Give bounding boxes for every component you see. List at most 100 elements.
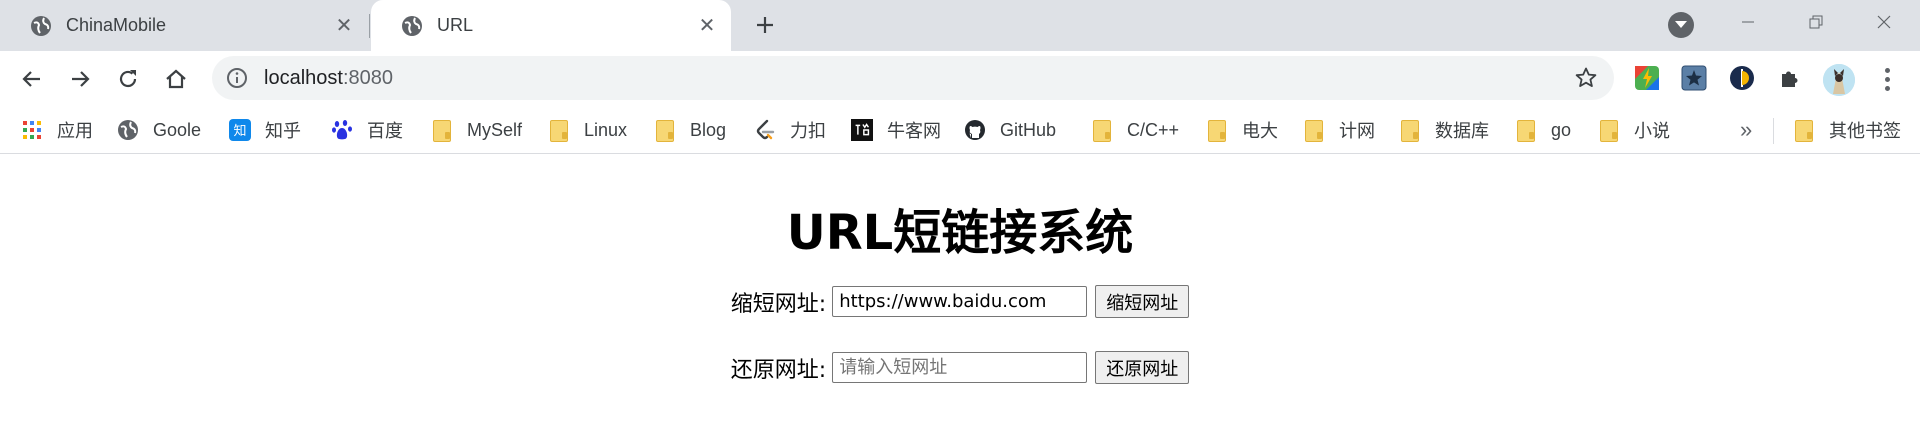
baidu-paw-icon <box>331 119 353 141</box>
bookmark-zhihu[interactable]: 知 知乎 <box>229 115 301 145</box>
tab-title: ChinaMobile <box>66 15 167 35</box>
bookmark-label: C/C++ <box>1127 119 1180 140</box>
tab-strip: ChinaMobile ✕ URL ✕ <box>0 0 1920 51</box>
bookmark-folder-linux[interactable]: Linux <box>548 115 627 145</box>
apps-grid-icon <box>21 119 43 141</box>
bookmark-folder-other[interactable]: 其他书签 <box>1793 115 1901 145</box>
close-window-button[interactable] <box>1864 8 1904 36</box>
page-title: URL短链接系统 <box>786 205 1134 261</box>
profile-avatar[interactable] <box>1823 64 1855 96</box>
shorten-button[interactable]: 缩短网址 <box>1095 285 1190 318</box>
shorten-label: 缩短网址: <box>730 291 827 317</box>
bookmark-folder-dianda[interactable]: 电大 <box>1206 115 1278 145</box>
bookmark-folder-go[interactable]: go <box>1515 115 1571 145</box>
bookmark-label: Linux <box>584 119 628 140</box>
bookmark-folder-database[interactable]: 数据库 <box>1399 115 1489 145</box>
globe-icon <box>30 15 52 37</box>
tab-url[interactable]: URL ✕ <box>371 0 731 51</box>
tab-search-button[interactable] <box>1668 12 1694 38</box>
bookmark-nowcoder[interactable]: 牛客网 <box>851 115 941 145</box>
info-icon[interactable] <box>226 67 248 89</box>
bookmark-label: 数据库 <box>1435 121 1489 141</box>
folder-icon <box>548 119 570 142</box>
bookmark-label: 计网 <box>1339 121 1375 141</box>
restore-label: 还原网址: <box>730 357 827 383</box>
tab-title: URL <box>437 15 474 35</box>
minimize-icon <box>1742 21 1754 23</box>
bookmark-baidu[interactable]: 百度 <box>331 115 403 145</box>
page-content: URL短链接系统 缩短网址: 缩短网址 还原网址: 还原网址 <box>0 155 1920 428</box>
address-url: localhost:8080 <box>264 67 393 90</box>
close-icon <box>1877 15 1891 29</box>
folder-icon <box>1303 119 1325 142</box>
reload-icon <box>119 70 137 88</box>
bookmark-label: 电大 <box>1242 121 1278 141</box>
bookmark-folder-novel[interactable]: 小说 <box>1598 115 1670 145</box>
arrow-right-icon <box>72 71 90 87</box>
bookmark-label: 小说 <box>1634 121 1670 141</box>
bookmark-folder-myself[interactable]: MySelf <box>431 115 522 145</box>
close-tab-icon[interactable]: ✕ <box>693 12 721 40</box>
bookmark-label: GitHub <box>1000 119 1057 140</box>
browser-menu-button[interactable] <box>1872 63 1902 95</box>
folder-icon <box>654 119 676 142</box>
plus-icon <box>757 17 773 33</box>
restore-window-button[interactable] <box>1796 8 1836 36</box>
tab-divider <box>369 14 370 38</box>
folder-icon <box>1515 119 1537 142</box>
bookmarks-divider <box>1773 118 1774 144</box>
nowcoder-icon <box>851 119 873 141</box>
bookmark-label: Goole <box>153 119 202 140</box>
bookmark-star-icon[interactable] <box>1574 66 1598 90</box>
url-port: :8080 <box>342 66 393 89</box>
bookmark-label: 百度 <box>367 121 403 141</box>
zhihu-icon: 知 <box>229 119 251 141</box>
address-bar[interactable]: localhost:8080 <box>212 56 1614 100</box>
globe-icon <box>401 15 423 37</box>
bookmark-folder-cpp[interactable]: C/C++ <box>1091 115 1179 145</box>
bookmark-label: 其他书签 <box>1829 121 1901 141</box>
github-icon <box>964 119 986 141</box>
colorful-extension-icon[interactable] <box>1633 64 1661 92</box>
folder-icon <box>1598 119 1620 142</box>
bookmark-label: Blog <box>690 119 727 140</box>
home-button[interactable] <box>157 60 195 98</box>
folder-icon <box>1206 119 1228 142</box>
bookmark-label: 力扣 <box>790 121 826 141</box>
shorten-form: 缩短网址: 缩短网址 <box>0 285 1920 318</box>
tab-chinamobile[interactable]: ChinaMobile ✕ <box>0 0 368 51</box>
puzzle-extensions-icon[interactable] <box>1776 64 1804 92</box>
chevron-down-icon <box>1675 21 1687 28</box>
bookmark-apps[interactable]: 应用 <box>21 115 93 145</box>
bookmark-label: 牛客网 <box>887 121 941 141</box>
short-url-input[interactable] <box>832 352 1088 383</box>
bookmarks-overflow-button[interactable]: » <box>1740 117 1752 143</box>
long-url-input[interactable] <box>832 286 1088 317</box>
folder-icon <box>1399 119 1421 142</box>
browser-toolbar: localhost:8080 <box>0 51 1920 106</box>
bookmark-label: 应用 <box>57 121 93 141</box>
restore-form: 还原网址: 还原网址 <box>0 351 1920 384</box>
reload-button[interactable] <box>109 60 147 98</box>
bookmark-goole[interactable]: Goole <box>117 115 201 145</box>
restore-button[interactable]: 还原网址 <box>1095 351 1190 384</box>
url-host: localhost <box>264 66 343 89</box>
forward-button[interactable] <box>61 60 99 98</box>
restore-window-icon <box>1809 15 1823 29</box>
close-tab-icon[interactable]: ✕ <box>330 12 358 40</box>
minimize-button[interactable] <box>1728 8 1768 36</box>
star-extension-icon[interactable] <box>1680 64 1708 92</box>
back-button[interactable] <box>13 60 51 98</box>
globe-icon <box>117 119 139 141</box>
bookmark-leetcode[interactable]: 力扣 <box>754 115 826 145</box>
bookmark-folder-jiwang[interactable]: 计网 <box>1303 115 1375 145</box>
bookmark-label: 知乎 <box>265 121 301 141</box>
svg-text:知: 知 <box>233 123 246 139</box>
bookmark-label: go <box>1551 119 1572 140</box>
bookmark-github[interactable]: GitHub <box>964 115 1056 145</box>
bookmark-label: MySelf <box>467 119 523 140</box>
bookmark-folder-blog[interactable]: Blog <box>654 115 726 145</box>
dark-extension-icon[interactable] <box>1728 64 1756 92</box>
folder-icon <box>1091 119 1113 142</box>
new-tab-button[interactable] <box>748 8 782 42</box>
